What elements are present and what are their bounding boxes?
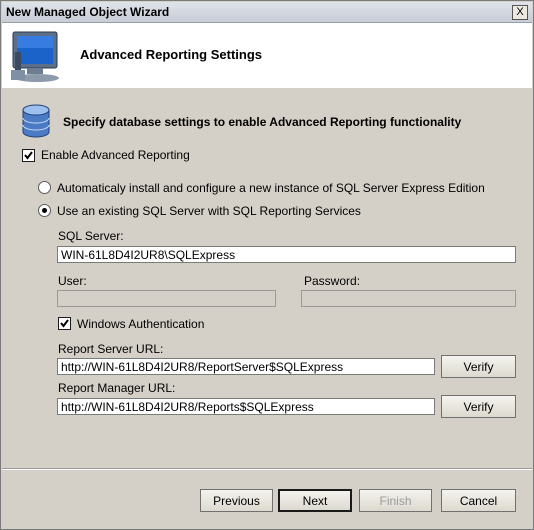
password-label: Password:: [304, 274, 361, 288]
auto-install-radio[interactable]: [38, 181, 51, 194]
verify-report-server-button[interactable]: Verify: [441, 355, 516, 378]
sql-server-input[interactable]: WIN-61L8D4I2UR8\SQLExpress: [57, 246, 516, 263]
user-label: User:: [58, 274, 87, 288]
title-bar[interactable]: New Managed Object Wizard X: [2, 2, 532, 23]
cancel-button[interactable]: Cancel: [441, 489, 516, 512]
report-server-url-label: Report Server URL:: [58, 342, 164, 356]
window-title: New Managed Object Wizard: [6, 5, 170, 19]
sql-server-label: SQL Server:: [58, 229, 124, 243]
enable-reporting-label[interactable]: Enable Advanced Reporting: [41, 148, 190, 162]
verify-report-manager-button[interactable]: Verify: [441, 395, 516, 418]
wizard-header: Advanced Reporting Settings: [2, 23, 532, 88]
database-icon: [22, 104, 50, 138]
check-mark-icon: [24, 151, 33, 160]
footer-separator: [2, 468, 532, 470]
check-mark-icon: [60, 319, 69, 328]
report-server-url-input[interactable]: http://WIN-61L8D4I2UR8/ReportServer$SQLE…: [57, 358, 435, 375]
auto-install-label[interactable]: Automaticaly install and configure a new…: [57, 181, 485, 195]
section-description: Specify database settings to enable Adva…: [63, 115, 462, 129]
windows-auth-label[interactable]: Windows Authentication: [77, 317, 204, 331]
previous-button[interactable]: Previous: [200, 489, 273, 512]
user-input[interactable]: [57, 290, 276, 307]
report-manager-url-label: Report Manager URL:: [58, 381, 176, 395]
finish-button[interactable]: Finish: [359, 489, 432, 512]
password-input[interactable]: [301, 290, 516, 307]
existing-server-radio[interactable]: [38, 204, 51, 217]
enable-reporting-checkbox[interactable]: [22, 149, 35, 162]
page-title: Advanced Reporting Settings: [80, 47, 263, 62]
wizard-window: New Managed Object Wizard X Advanced Rep…: [0, 0, 534, 530]
existing-server-label[interactable]: Use an existing SQL Server with SQL Repo…: [57, 204, 361, 218]
report-manager-url-input[interactable]: http://WIN-61L8D4I2UR8/Reports$SQLExpres…: [57, 398, 435, 415]
next-button[interactable]: Next: [278, 489, 352, 512]
windows-auth-checkbox[interactable]: [58, 317, 71, 330]
close-button[interactable]: X: [512, 5, 528, 20]
monitor-icon: [11, 31, 59, 82]
radio-selected-dot: [42, 208, 47, 213]
